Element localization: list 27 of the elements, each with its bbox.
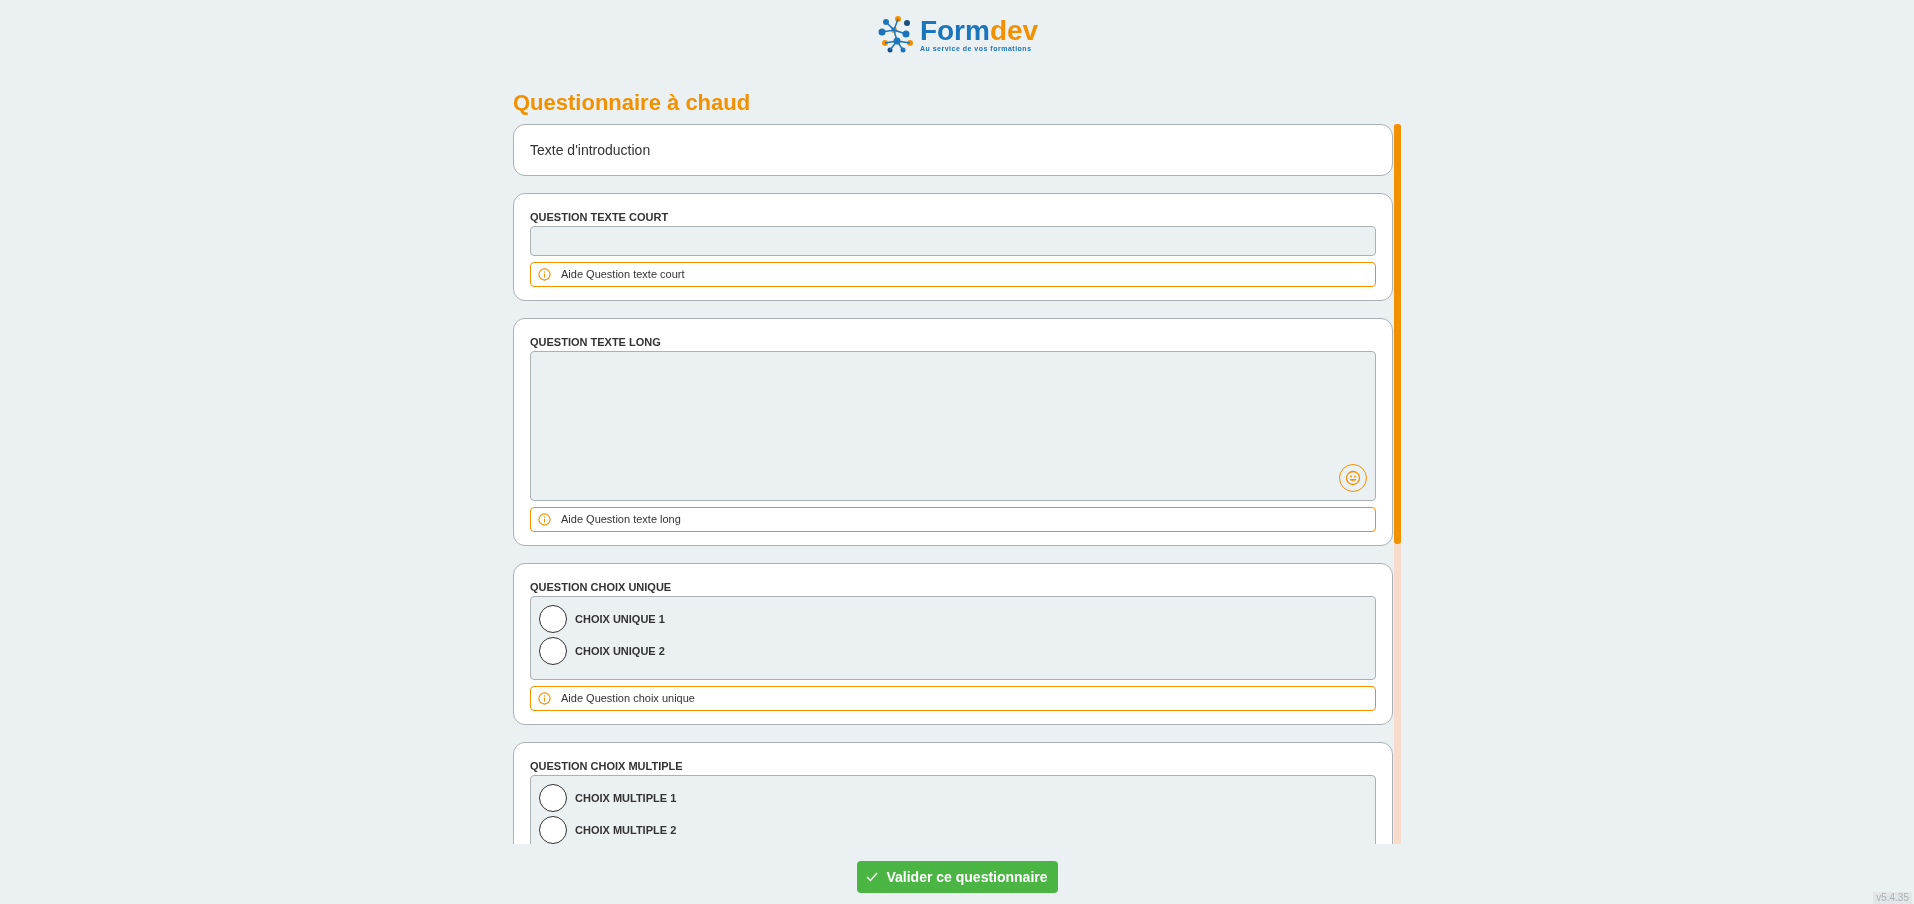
help-note: Aide Question texte long <box>530 507 1376 532</box>
page-title: Questionnaire à chaud <box>513 89 752 117</box>
choice-label[interactable]: CHOIX UNIQUE 1 <box>575 610 665 628</box>
scrollbar-thumb[interactable] <box>1394 124 1401 544</box>
version-label: v5.4.35 <box>1873 892 1912 904</box>
info-icon <box>538 692 551 705</box>
info-icon <box>538 513 551 526</box>
radio-button[interactable] <box>539 816 567 844</box>
choice-label[interactable]: CHOIX MULTIPLE 2 <box>575 821 677 839</box>
question-label: QUESTION CHOIX UNIQUE <box>530 580 673 594</box>
radio-button[interactable] <box>539 784 567 812</box>
scrollbar[interactable] <box>1394 124 1401 844</box>
help-note: Aide Question choix unique <box>530 686 1376 711</box>
radio-button[interactable] <box>539 637 567 665</box>
question-label: QUESTION TEXTE LONG <box>530 335 662 349</box>
choice-label[interactable]: CHOIX UNIQUE 2 <box>575 642 665 660</box>
question-label: QUESTION CHOIX MULTIPLE <box>530 759 684 773</box>
choice-label[interactable]: CHOIX MULTIPLE 1 <box>575 789 677 807</box>
check-icon <box>866 872 879 882</box>
info-icon <box>538 268 551 281</box>
help-note: Aide Question texte court <box>530 262 1376 287</box>
answer-field[interactable] <box>530 226 1376 256</box>
logo-wordmark: Formdev <box>919 16 1039 45</box>
question-label: QUESTION TEXTE COURT <box>530 210 670 224</box>
smiley-icon <box>1345 470 1361 486</box>
intro-card: Texte d'introduction <box>513 124 1393 176</box>
radio-button[interactable] <box>539 605 567 633</box>
